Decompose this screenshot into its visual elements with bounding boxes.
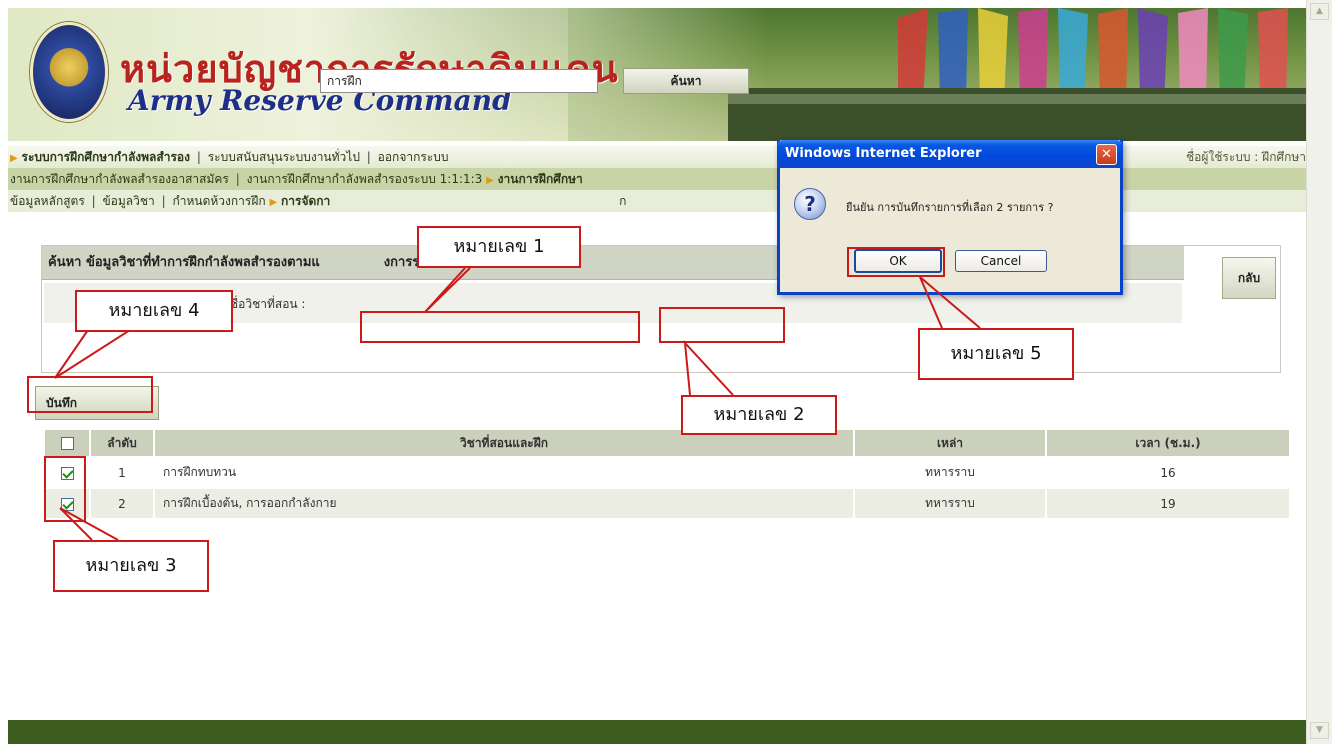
dialog-message: ยืนยัน การบันทึกรายการที่เลือก 2 รายการ … — [846, 201, 1054, 214]
table-row: 2 การฝึกเบื้องต้น, การออกกำลังกาย ทหารรา… — [45, 489, 1289, 518]
callout-5: หมายเลข 5 — [918, 328, 1074, 380]
nav-subject-data[interactable]: ข้อมูลวิชา — [102, 190, 154, 212]
scroll-down-icon[interactable]: ▼ — [1310, 722, 1329, 739]
select-all-header — [45, 430, 89, 456]
nav-separator: | — [235, 172, 240, 186]
vertical-scrollbar[interactable]: ▲ ▼ — [1306, 0, 1332, 744]
army-emblem-icon — [30, 22, 108, 122]
cancel-button[interactable]: Cancel — [955, 250, 1047, 272]
annotation-highlight-input — [360, 311, 640, 343]
row-branch: ทหารราบ — [855, 489, 1045, 518]
subject-name-label: ชื่อวิชาที่สอน : — [230, 297, 306, 311]
scroll-up-icon[interactable]: ▲ — [1310, 3, 1329, 20]
row-subject: การฝึกเบื้องต้น, การออกกำลังกาย — [155, 489, 853, 518]
nav-arrangement[interactable]: การจัดกา — [281, 190, 330, 212]
annotation-highlight-ok — [847, 247, 945, 277]
annotation-highlight-search — [659, 307, 785, 343]
arrow-right-icon: ▶ — [269, 197, 278, 208]
row-subject: การฝึกทบทวน — [155, 458, 853, 487]
callout-2: หมายเลข 2 — [681, 395, 837, 435]
dialog-title: Windows Internet Explorer — [785, 146, 982, 161]
confirm-dialog: Windows Internet Explorer ✕ ? ยืนยัน การ… — [777, 140, 1123, 295]
select-all-checkbox[interactable] — [60, 437, 74, 450]
arrow-right-icon: ▶ — [10, 153, 18, 164]
nav-training-work[interactable]: งานการฝึกศึกษา — [498, 168, 583, 190]
nav-logout[interactable]: ออกจากระบบ — [378, 146, 449, 168]
back-button[interactable]: กลับ — [1222, 257, 1276, 299]
dialog-titlebar[interactable]: Windows Internet Explorer ✕ — [777, 140, 1123, 168]
row-branch: ทหารราบ — [855, 458, 1045, 487]
table-row: 1 การฝึกทบทวน ทหารราบ 16 — [45, 458, 1289, 487]
callout-1: หมายเลข 1 — [417, 226, 581, 268]
callout-4: หมายเลข 4 — [75, 290, 233, 332]
nav-general-support[interactable]: ระบบสนับสนุนระบบงานทั่วไป — [208, 146, 360, 168]
close-icon[interactable]: ✕ — [1096, 144, 1117, 165]
page: หน่วยบัญชาการรักษาดินแดน Army Reserve Co… — [8, 8, 1306, 744]
row-order: 1 — [91, 458, 153, 487]
branch-header: เหล่า — [855, 430, 1045, 456]
annotation-highlight-save — [27, 376, 153, 413]
nav-separator: | — [161, 194, 166, 208]
nav-reserve-training[interactable]: ระบบการฝึกศึกษากำลังพลสำรอง — [22, 146, 190, 168]
nav-course-data[interactable]: ข้อมูลหลักสูตร — [10, 190, 85, 212]
nav-hidden-item[interactable]: ก — [619, 190, 626, 212]
arrow-right-icon: ▶ — [486, 175, 494, 186]
order-header: ลำดับ — [91, 430, 153, 456]
footer-bar — [8, 720, 1306, 744]
annotation-highlight-checkboxes — [44, 456, 86, 522]
search-button[interactable]: ค้นหา — [623, 68, 749, 94]
subjects-table: ลำดับ วิชาที่สอนและฝึก เหล่า เวลา (ช.ม.)… — [43, 428, 1291, 520]
callout-3: หมายเลข 3 — [53, 540, 209, 592]
row-time: 19 — [1047, 489, 1289, 518]
nav-separator: | — [91, 194, 96, 208]
table-header-row: ลำดับ วิชาที่สอนและฝึก เหล่า เวลา (ช.ม.) — [45, 430, 1289, 456]
nav-1113-training[interactable]: งานการฝึกศึกษากำลังพลสำรองระบบ 1:1:1:3 — [247, 168, 483, 190]
nav-volunteer-training[interactable]: งานการฝึกศึกษากำลังพลสำรองอาสาสมัคร — [10, 168, 229, 190]
time-header: เวลา (ช.ม.) — [1047, 430, 1289, 456]
row-time: 16 — [1047, 458, 1289, 487]
nav-separator: | — [196, 150, 201, 164]
subject-search-input[interactable] — [320, 69, 598, 93]
question-icon: ? — [794, 188, 826, 220]
nav-separator: | — [366, 150, 371, 164]
current-user-label: ชื่อผู้ใช้ระบบ : ฝึกศึกษา — [1185, 150, 1306, 164]
row-order: 2 — [91, 489, 153, 518]
search-panel-title: ค้นหา ข้อมูลวิชาที่ทำการฝึกกำลังพลสำรองต… — [48, 255, 320, 270]
nav-training-period[interactable]: กำหนดห้วงการฝึก — [172, 190, 265, 212]
